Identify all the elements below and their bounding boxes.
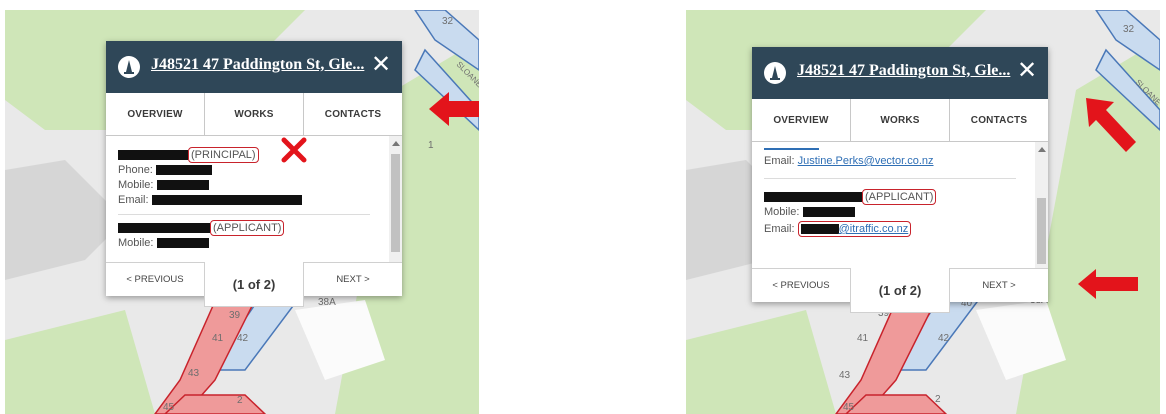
map-label: 43 (839, 370, 851, 381)
tab-contacts[interactable]: CONTACTS (950, 99, 1048, 141)
role-badge-applicant: (APPLICANT) (862, 189, 937, 205)
redacted-mobile (802, 207, 855, 218)
redacted-phone (155, 165, 212, 176)
map-label: 43 (188, 368, 200, 379)
role-badge-principal: (PRINCIPAL) (188, 147, 259, 163)
previous-button[interactable]: < PREVIOUS (752, 269, 850, 302)
tab-overview[interactable]: OVERVIEW (106, 93, 205, 135)
previous-button[interactable]: < PREVIOUS (106, 263, 204, 296)
map-label: 42 (938, 333, 950, 344)
tab-contacts[interactable]: CONTACTS (304, 93, 402, 135)
scroll-thumb[interactable] (1037, 198, 1046, 264)
contact-applicant: (APPLICANT) (764, 189, 1026, 205)
contacts-list: (PRINCIPAL) Phone: Mobile: Email: (APPLI… (106, 136, 402, 263)
map-label: 39 (229, 310, 241, 321)
redacted-email (151, 195, 302, 206)
scrollbar[interactable] (389, 136, 402, 263)
map-label: 32 (442, 16, 454, 27)
next-button[interactable]: NEXT > (950, 269, 1048, 302)
mobile-label: Mobile: (118, 237, 154, 249)
pagination: < PREVIOUS (1 of 2) NEXT > (106, 262, 402, 307)
scrollbar[interactable] (1035, 142, 1048, 269)
email-label: Email: (764, 223, 795, 235)
cut-off-row (764, 142, 1026, 150)
contacts-list: Email: Justine.Perks@vector.co.nz (APPLI… (752, 142, 1048, 269)
tab-overview[interactable]: OVERVIEW (752, 99, 851, 141)
scroll-thumb[interactable] (391, 154, 400, 252)
email-link-highlight[interactable]: @itraffic.co.nz (797, 221, 912, 237)
redacted-name (118, 223, 210, 234)
map-label: 45 (843, 402, 855, 413)
divider (118, 214, 370, 215)
map-label: 2 (237, 395, 243, 406)
red-arrow-up-left-icon (1086, 98, 1136, 152)
scroll-up-icon[interactable] (1038, 147, 1046, 152)
red-x-mark-icon (281, 137, 307, 163)
email-label: Email: (118, 194, 149, 206)
tab-bar: OVERVIEW WORKS CONTACTS (106, 93, 402, 136)
red-arrow-left-icon (429, 92, 479, 126)
redacted-email-user (800, 224, 839, 235)
scroll-up-icon[interactable] (392, 141, 400, 146)
left-screenshot: 32 1 39 40 38A 41 42 43 45 2 SLOANE J485… (5, 10, 479, 414)
email-domain[interactable]: @itraffic.co.nz (839, 223, 909, 235)
role-badge-applicant: (APPLICANT) (210, 220, 285, 236)
redacted-mobile (156, 180, 209, 191)
phone-label: Phone: (118, 164, 153, 176)
right-screenshot: 32 39 40 38A 41 42 43 45 2 SLOANE J48521… (686, 10, 1160, 414)
popup: J48521 47 Paddington St, Gle... ✕ OVERVI… (752, 47, 1048, 313)
cut-off-link (764, 148, 819, 150)
map-label: 32 (1123, 24, 1135, 35)
map-label: 41 (857, 333, 869, 344)
tab-works[interactable]: WORKS (205, 93, 304, 135)
traffic-cone-icon (118, 56, 140, 78)
pagination: < PREVIOUS (1 of 2) NEXT > (752, 268, 1048, 313)
redacted-name (118, 150, 188, 161)
close-icon[interactable]: ✕ (1016, 58, 1038, 84)
tab-works[interactable]: WORKS (851, 99, 950, 141)
mobile-label: Mobile: (764, 206, 800, 218)
popup-header: J48521 47 Paddington St, Gle... ✕ (106, 41, 402, 93)
redacted-mobile (156, 238, 209, 249)
page-indicator: (1 of 2) (850, 268, 950, 313)
map-label: 1 (428, 140, 434, 151)
redacted-name (764, 192, 862, 203)
map-label: 45 (163, 402, 175, 413)
map-label: 2 (935, 394, 941, 405)
close-icon[interactable]: ✕ (370, 52, 392, 78)
traffic-cone-icon (764, 62, 786, 84)
divider (764, 178, 1016, 179)
email-link[interactable]: Justine.Perks@vector.co.nz (798, 155, 934, 167)
map-label: 42 (237, 333, 249, 344)
tab-bar: OVERVIEW WORKS CONTACTS (752, 99, 1048, 142)
contact-principal: (PRINCIPAL) (118, 147, 380, 163)
popup-header: J48521 47 Paddington St, Gle... ✕ (752, 47, 1048, 99)
next-button[interactable]: NEXT > (304, 263, 402, 296)
email-label: Email: (764, 155, 795, 167)
map-label: 41 (212, 333, 224, 344)
page-indicator: (1 of 2) (204, 262, 304, 307)
popup-title[interactable]: J48521 47 Paddington St, Gle... (797, 62, 1010, 80)
red-arrow-left-icon (1078, 269, 1138, 299)
contact-applicant: (APPLICANT) (118, 220, 380, 236)
map-label: 38A (318, 297, 336, 308)
mobile-label: Mobile: (118, 179, 154, 191)
popup-title[interactable]: J48521 47 Paddington St, Gle... (151, 56, 364, 74)
popup: J48521 47 Paddington St, Gle... ✕ OVERVI… (106, 41, 402, 307)
